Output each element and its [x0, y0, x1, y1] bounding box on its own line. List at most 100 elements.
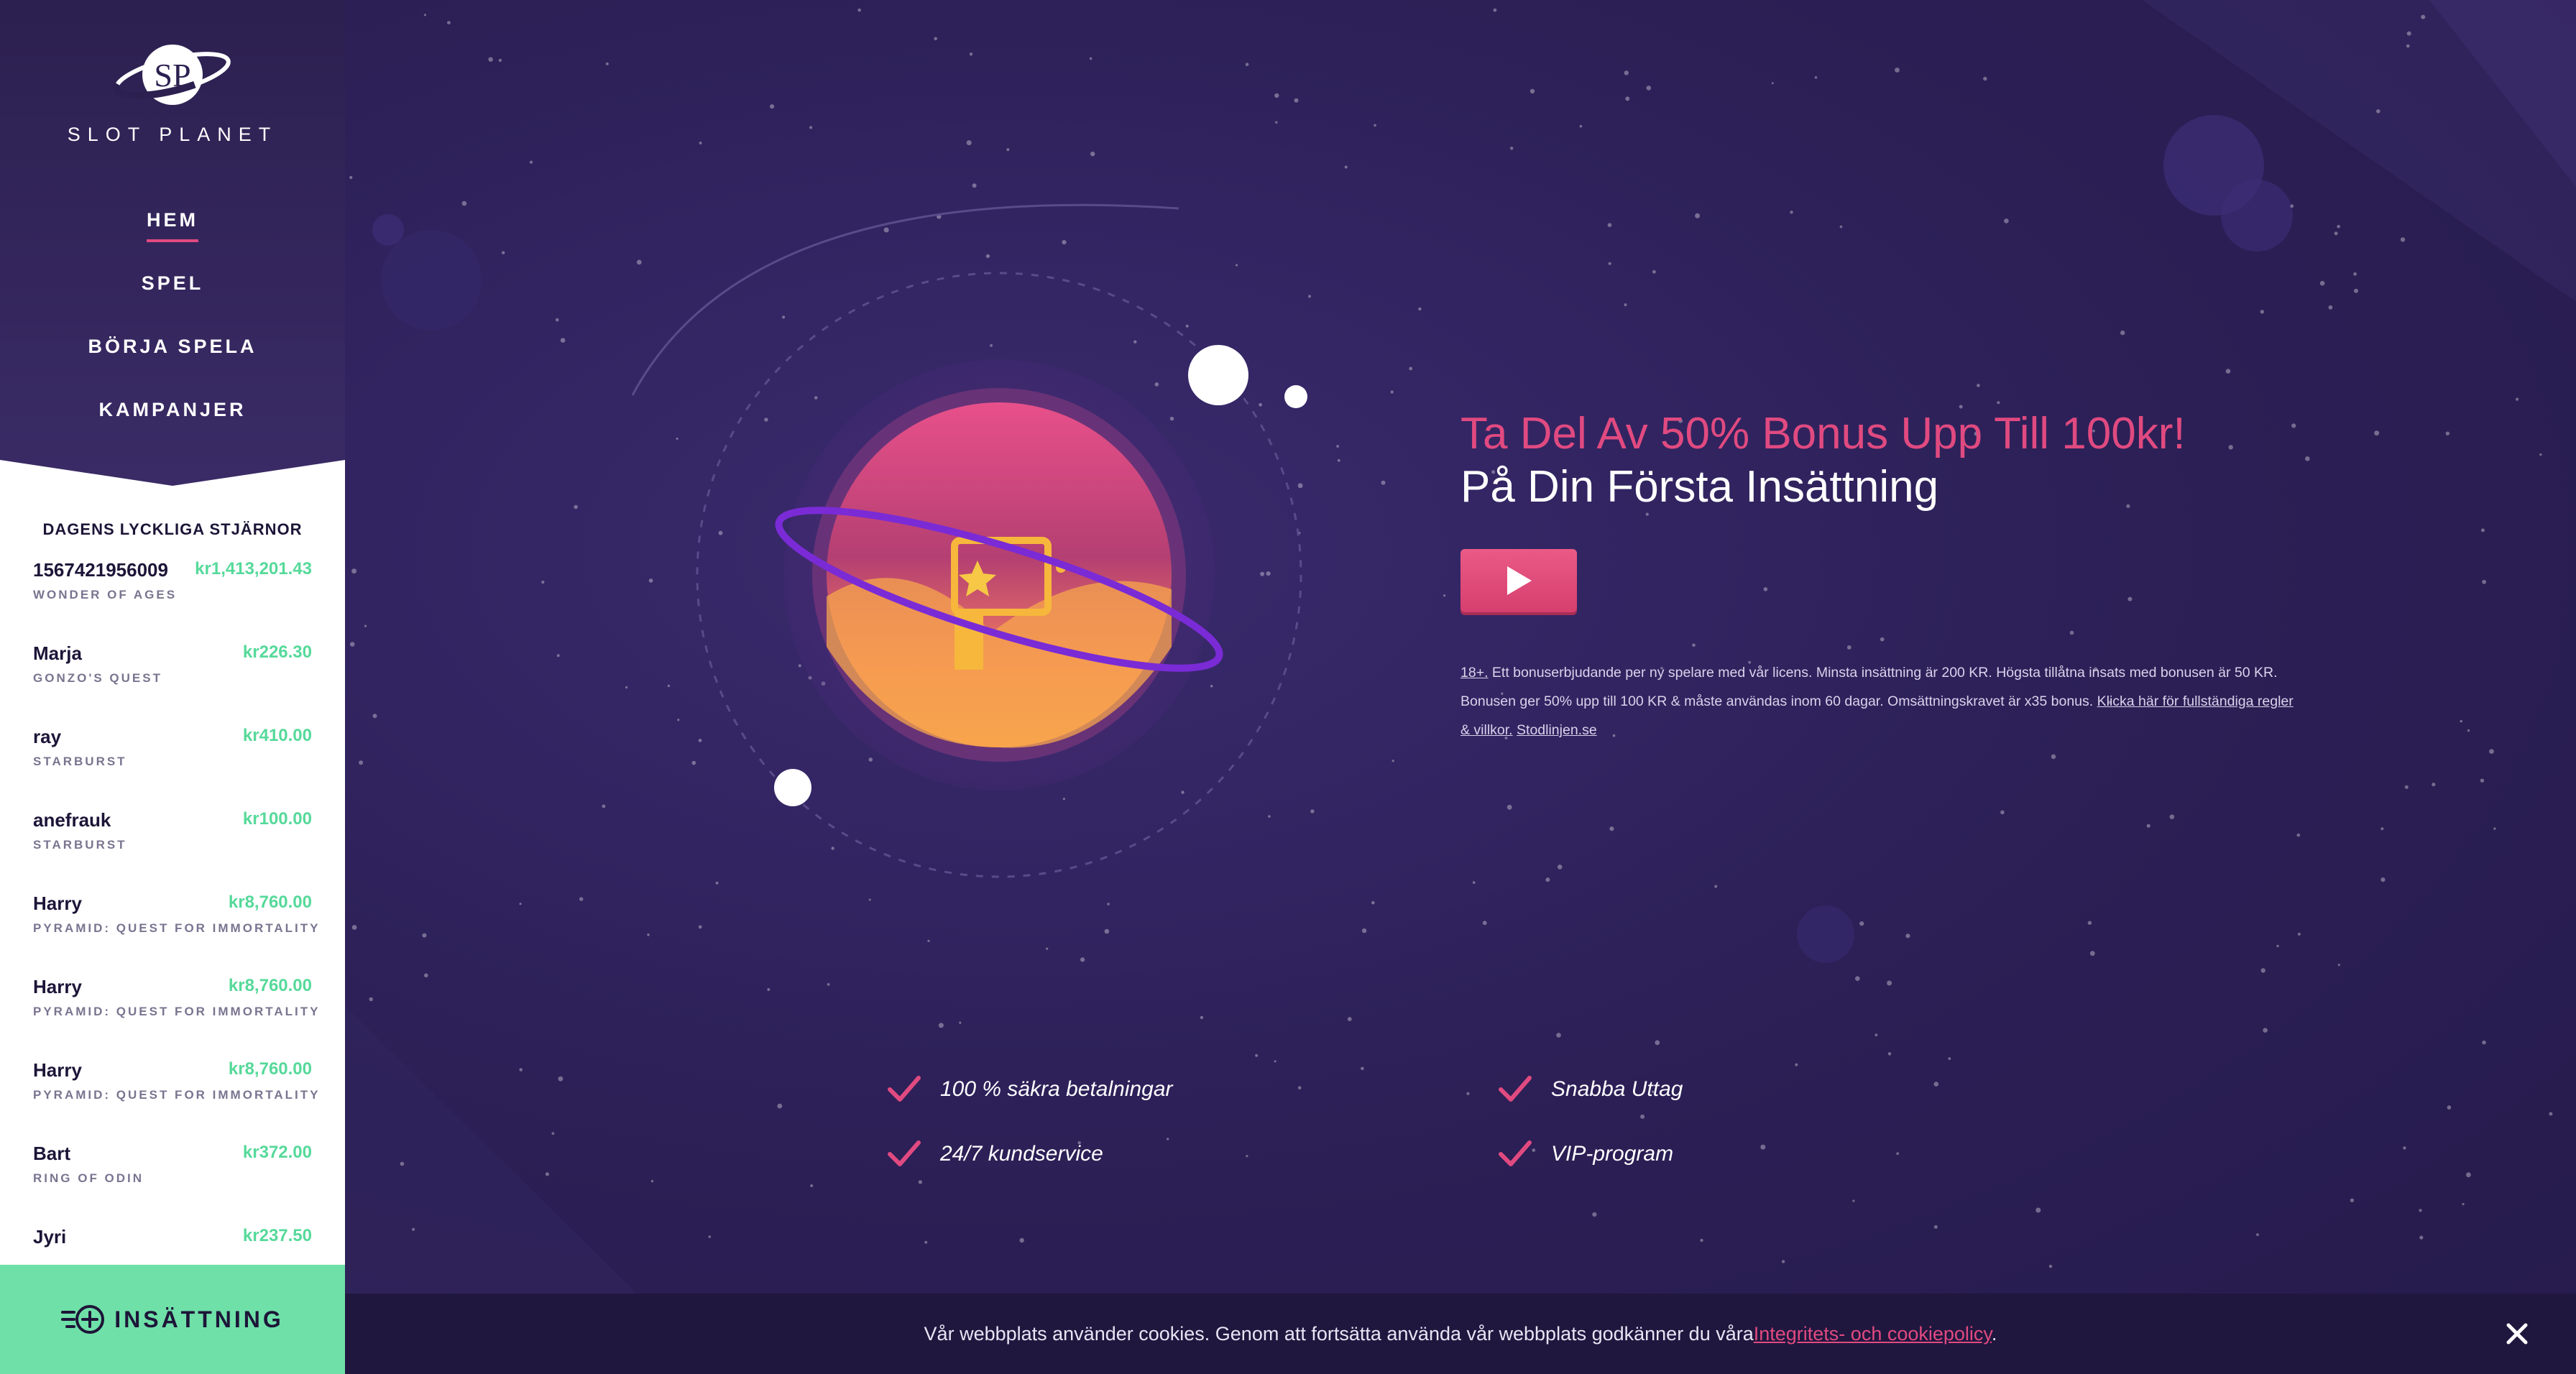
- star-dot: [2297, 932, 2301, 936]
- star-dot: [1887, 1052, 1892, 1056]
- star-dot: [1977, 384, 1980, 387]
- star-dot: [1608, 262, 1611, 265]
- terms-text: 18+. Ett bonuserbjudande per ny spelare …: [1460, 658, 2301, 744]
- nav-item-borja-spela[interactable]: BÖRJA SPELA: [0, 332, 345, 395]
- list-item[interactable]: ray kr410.00 STARBURST: [0, 726, 345, 809]
- cookie-policy-link[interactable]: Integritets- och cookiepolicy: [1754, 1323, 1992, 1345]
- main-nav: HEM SPEL BÖRJA SPELA KAMPANJER: [0, 206, 345, 458]
- winner-name: ray: [33, 726, 62, 747]
- winner-name: Jyri: [33, 1226, 67, 1248]
- star-dot: [2354, 288, 2358, 293]
- winner-amount: kr8,760.00: [228, 976, 312, 995]
- star-dot: [2256, 1233, 2259, 1236]
- star-dot: [777, 1103, 783, 1109]
- star-dot: [2482, 579, 2487, 584]
- nav-item-kampanjer[interactable]: KAMPANJER: [0, 395, 345, 458]
- star-dot: [2489, 749, 2494, 754]
- winner-name: 1567421956009: [33, 559, 168, 581]
- winner-game: PYRAMID: QUEST FOR IMMORTALITY: [33, 921, 321, 935]
- star-dot: [2406, 44, 2410, 48]
- winner-name: Harry: [33, 1059, 82, 1081]
- star-dot: [2374, 430, 2380, 436]
- star-dot: [2291, 423, 2296, 428]
- star-dot: [1933, 1082, 1939, 1087]
- star-dot: [1274, 1060, 1276, 1063]
- check-icon: [1499, 1076, 1532, 1102]
- svg-text:SP: SP: [154, 57, 190, 93]
- star-dot: [1760, 1144, 1766, 1150]
- star-dot: [1640, 1114, 1645, 1119]
- star-dot: [1859, 921, 1864, 926]
- star-dot: [1695, 213, 1701, 218]
- star-dot: [2290, 204, 2294, 208]
- star-dot: [551, 1132, 555, 1135]
- winner-name: Marja: [33, 642, 82, 664]
- winner-amount: kr1,413,201.43: [195, 559, 312, 578]
- star-dot: [1607, 223, 1612, 228]
- list-item[interactable]: 1567421956009 kr1,413,201.43 WONDER OF A…: [0, 559, 345, 642]
- star-dot: [1624, 70, 1629, 75]
- cookie-message: Vår webbplats använder cookies. Genom at…: [924, 1322, 1754, 1345]
- winner-game: STARBURST: [33, 838, 127, 852]
- planet-logo-icon: SP: [113, 45, 232, 105]
- star-dot: [1579, 124, 1583, 128]
- nav-item-spel[interactable]: SPEL: [0, 269, 345, 332]
- star-dot: [1692, 643, 1696, 647]
- star-dot: [2089, 951, 2095, 956]
- list-item[interactable]: Harry kr8,760.00 PYRAMID: QUEST FOR IMMO…: [0, 976, 345, 1059]
- star-dot: [1771, 82, 1774, 85]
- star-dot: [927, 939, 930, 942]
- star-dot: [412, 1227, 415, 1231]
- star-dot: [2406, 31, 2411, 36]
- star-dot: [2403, 1146, 2406, 1150]
- star-dot: [1592, 1212, 1597, 1217]
- play-icon: [1507, 566, 1532, 595]
- nav-label: SPEL: [141, 272, 204, 294]
- star-dot: [1814, 76, 1818, 79]
- play-button[interactable]: [1460, 549, 1577, 612]
- list-item[interactable]: Bart kr372.00 RING OF ODIN: [0, 1143, 345, 1226]
- deposit-plus-icon: [61, 1305, 105, 1334]
- star-dot: [1846, 645, 1852, 650]
- winner-game: GONZO'S QUEST: [33, 671, 162, 685]
- star-dot: [2493, 827, 2496, 830]
- list-item[interactable]: Marja kr226.30 GONZO'S QUEST: [0, 642, 345, 726]
- close-icon[interactable]: [2503, 1319, 2531, 1348]
- star-dot: [2051, 754, 2056, 760]
- star-dot: [2120, 330, 2125, 336]
- stodlinjen-link[interactable]: Stodlinjen.se: [1517, 722, 1597, 738]
- list-item[interactable]: anefrauk kr100.00 STARBURST: [0, 809, 345, 893]
- winner-amount: kr237.50: [242, 1226, 312, 1245]
- star-dot: [1700, 1238, 1703, 1242]
- star-dot: [2466, 1172, 2471, 1178]
- star-dot: [2126, 504, 2130, 508]
- cookie-text: Vår webbplats använder cookies. Genom at…: [924, 1323, 1997, 1345]
- winner-name: Bart: [33, 1143, 71, 1164]
- star-dot: [810, 1184, 814, 1187]
- winner-amount: kr100.00: [242, 809, 312, 829]
- star-dot: [1983, 76, 1987, 81]
- star-dot: [2516, 397, 2519, 401]
- feature-item: 100 % säkra betalningar: [887, 1075, 1173, 1104]
- star-dot: [708, 1235, 712, 1238]
- star-dot: [1443, 594, 1446, 597]
- deposit-button[interactable]: INSÄTTNING: [0, 1265, 345, 1374]
- feature-label: 24/7 kundservice: [940, 1142, 1103, 1166]
- winners-title: DAGENS LYCKLIGA STJÄRNOR: [42, 520, 303, 538]
- nav-item-hem[interactable]: HEM: [0, 206, 345, 269]
- star-dot: [2480, 528, 2485, 532]
- star-dot: [558, 1076, 564, 1082]
- list-item[interactable]: Harry kr8,760.00 PYRAMID: QUEST FOR IMMO…: [0, 893, 345, 976]
- sidebar: SP SLOT PLANET HEM SPEL BÖRJA SPELA KAMP…: [0, 0, 345, 1374]
- star-dot: [1645, 512, 1649, 516]
- star-dot: [1609, 826, 1614, 831]
- star-dot: [1624, 303, 1627, 307]
- star-dot: [2549, 1112, 2553, 1116]
- winner-name: Harry: [33, 976, 82, 997]
- star-dot: [2000, 810, 2005, 815]
- age-limit-link[interactable]: 18+.: [1460, 665, 1489, 681]
- list-item[interactable]: Harry kr8,760.00 PYRAMID: QUEST FOR IMMO…: [0, 1059, 345, 1143]
- star-dot: [1472, 881, 1476, 884]
- star-dot: [938, 1023, 944, 1028]
- brand-logo[interactable]: SP SLOT PLANET: [0, 42, 345, 146]
